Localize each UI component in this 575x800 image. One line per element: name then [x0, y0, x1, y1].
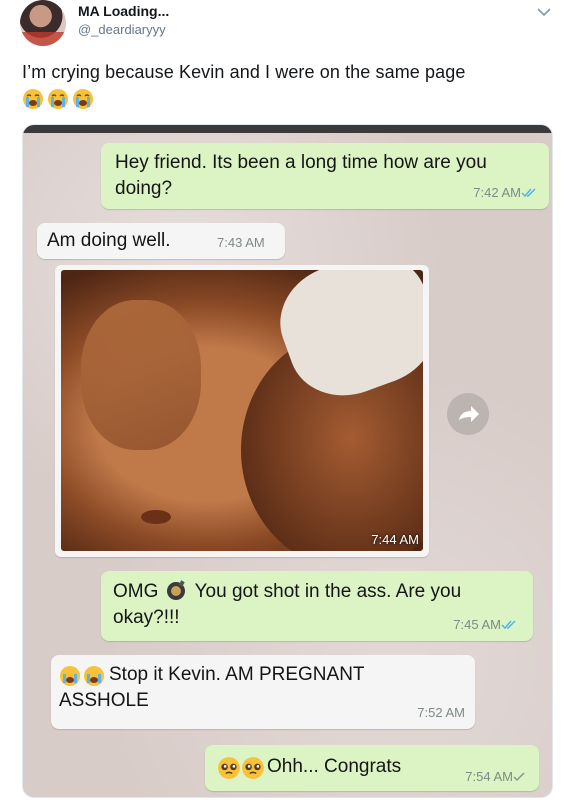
emoji-row: [22, 88, 94, 112]
forward-icon[interactable]: [447, 393, 489, 435]
chevron-down-icon[interactable]: [536, 6, 552, 18]
message-text: Ohh... Congrats: [267, 756, 402, 777]
tweet-text: I’m crying because Kevin and I were on t…: [22, 62, 466, 82]
outgoing-message: Hey friend. Its been a long time how are…: [101, 143, 549, 209]
display-name[interactable]: MA Loading...: [78, 3, 169, 19]
message-text: Hey friend. Its been a long time how are…: [115, 152, 487, 199]
message-photo[interactable]: 7:44 AM: [61, 270, 423, 551]
double-check-icon: [521, 188, 536, 198]
loudly-crying-face-icon: [23, 89, 43, 109]
loudly-crying-face-icon: [48, 89, 68, 109]
tweet-media-image[interactable]: Hey friend. Its been a long time how are…: [22, 124, 553, 798]
incoming-message: Stop it Kevin. AM PREGNANT ASSHOLE 7:52 …: [51, 655, 475, 729]
tweet-header: MA Loading... @_deardiaryyy: [20, 0, 560, 48]
bomb-emoji-icon: [166, 580, 185, 600]
message-text: Am doing well.: [47, 230, 171, 251]
message-time: 7:44 AM: [371, 532, 419, 547]
check-icon: [513, 772, 525, 782]
message-time: 7:54 AM: [465, 769, 513, 784]
message-time: 7:42 AM: [473, 185, 521, 200]
message-text-start: OMG: [113, 581, 159, 602]
photo-hand: [81, 300, 201, 450]
message-text: Stop it Kevin. AM PREGNANT ASSHOLE: [59, 664, 365, 711]
user-handle[interactable]: @_deardiaryyy: [78, 22, 166, 37]
message-time: 7:52 AM: [417, 705, 465, 720]
pleading-face-emoji-icon: [242, 757, 264, 779]
photo-mark: [141, 510, 171, 524]
message-time: 7:45 AM: [453, 617, 501, 632]
avatar[interactable]: [20, 0, 66, 46]
outgoing-message: Ohh... Congrats 7:54 AM: [205, 745, 539, 791]
outgoing-message: OMG You got shot in the ass. Are you oka…: [101, 571, 533, 641]
incoming-message: Am doing well. 7:43 AM: [37, 223, 285, 259]
loudly-crying-face-icon: [73, 89, 93, 109]
double-check-icon: [501, 620, 516, 630]
incoming-photo-message[interactable]: 7:44 AM: [55, 265, 429, 557]
chat-top-bar: [23, 125, 552, 133]
message-time: 7:43 AM: [217, 235, 265, 250]
pleading-face-emoji-icon: [218, 757, 240, 779]
